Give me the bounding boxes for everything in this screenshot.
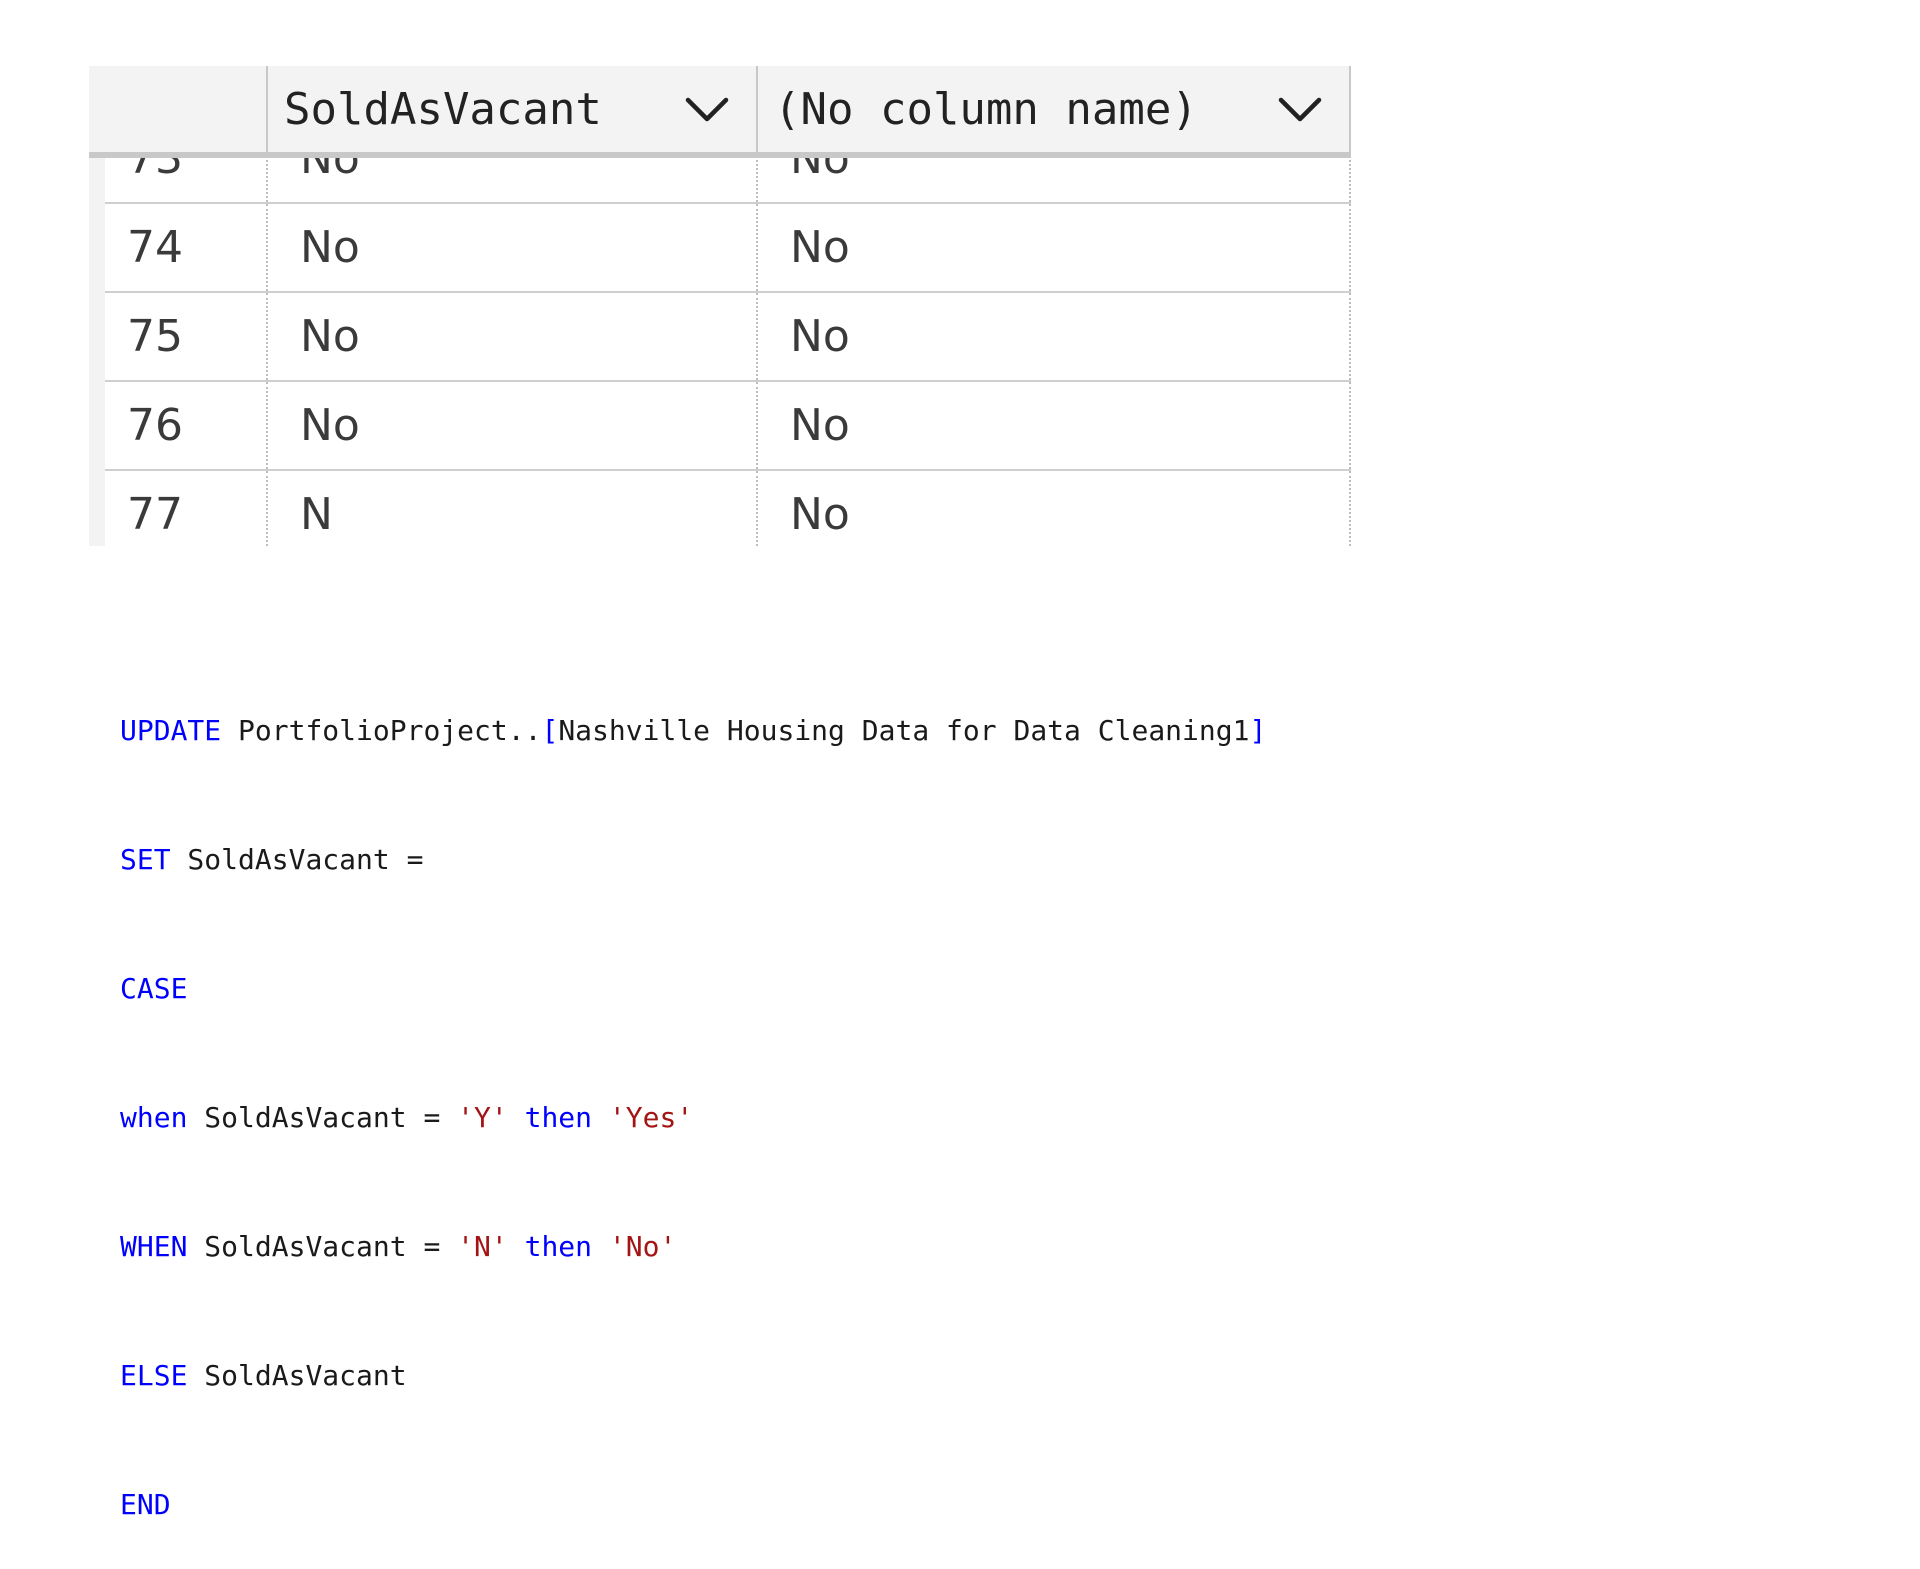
- code-line: CASE: [120, 967, 1266, 1010]
- sql-keyword: END: [120, 1488, 171, 1521]
- sql-keyword: CASE: [120, 972, 188, 1005]
- sql-keyword: UPDATE: [120, 714, 222, 747]
- sql-text: Nashville Housing Data for Data Cleaning…: [558, 714, 1250, 747]
- cell-soldasvacant[interactable]: N: [266, 471, 756, 546]
- sql-text: PortfolioProject..: [221, 714, 542, 747]
- sql-keyword: SET: [120, 843, 171, 876]
- cell-no-column-name[interactable]: No: [756, 471, 1351, 546]
- sql-keyword: when: [120, 1101, 188, 1134]
- chevron-down-icon[interactable]: [684, 94, 730, 124]
- table-row[interactable]: 76 No No: [105, 382, 1351, 471]
- table-row[interactable]: 73 No No: [105, 158, 1351, 204]
- code-line: END: [120, 1483, 1266, 1526]
- cell-no-column-name[interactable]: No: [756, 204, 1351, 291]
- row-number: 74: [127, 222, 183, 273]
- code-line: ELSE SoldAsVacant: [120, 1354, 1266, 1397]
- sql-text: SoldAsVacant =: [187, 1101, 458, 1134]
- cell-soldasvacant[interactable]: No: [266, 382, 756, 469]
- sql-text: SoldAsVacant =: [187, 1230, 458, 1263]
- cell-no-column-name[interactable]: No: [756, 158, 1351, 202]
- code-line: UPDATE PortfolioProject..[Nashville Hous…: [120, 709, 1266, 752]
- chevron-down-icon[interactable]: [1277, 94, 1323, 124]
- cell-no-column-name[interactable]: No: [756, 293, 1351, 380]
- sql-string: 'Y': [457, 1101, 508, 1134]
- sql-keyword: then: [524, 1230, 593, 1263]
- table-row[interactable]: 77 N No: [105, 471, 1351, 546]
- sql-code-block[interactable]: UPDATE PortfolioProject..[Nashville Hous…: [120, 623, 1266, 1569]
- sql-bracket: [: [541, 714, 559, 747]
- code-line: when SoldAsVacant = 'Y' then 'Yes': [120, 1096, 1266, 1139]
- code-line: WHEN SoldAsVacant = 'N' then 'No': [120, 1225, 1266, 1268]
- column-header-soldasvacant[interactable]: SoldAsVacant: [266, 66, 756, 152]
- table-row[interactable]: 75 No No: [105, 293, 1351, 382]
- column-header-label: (No column name): [774, 83, 1198, 135]
- table-row[interactable]: 74 No No: [105, 204, 1351, 293]
- code-line: SET SoldAsVacant =: [120, 838, 1266, 881]
- row-number-header: [89, 66, 266, 152]
- sql-string: 'Yes': [608, 1101, 694, 1134]
- cell-soldasvacant[interactable]: No: [266, 293, 756, 380]
- results-grid: SoldAsVacant (No column name) 73 No No 7…: [89, 66, 1351, 546]
- sql-string: 'N': [457, 1230, 508, 1263]
- row-number: 76: [127, 400, 183, 451]
- sql-string: 'No': [608, 1230, 677, 1263]
- sql-bracket: ]: [1249, 714, 1267, 747]
- cell-no-column-name[interactable]: No: [756, 382, 1351, 469]
- column-header-no-column-name[interactable]: (No column name): [756, 66, 1351, 152]
- column-header-label: SoldAsVacant: [284, 83, 602, 135]
- sql-keyword: then: [524, 1101, 593, 1134]
- sql-keyword: ELSE: [120, 1359, 188, 1392]
- sql-text: SoldAsVacant: [187, 1359, 407, 1392]
- cell-soldasvacant[interactable]: No: [266, 158, 756, 202]
- row-number: 75: [127, 311, 183, 362]
- row-number: 73: [127, 158, 183, 184]
- grid-body[interactable]: 73 No No 74 No No 75 No No 76 No No 77 N…: [105, 158, 1351, 546]
- row-number: 77: [127, 489, 183, 540]
- cell-soldasvacant[interactable]: No: [266, 204, 756, 291]
- grid-header: SoldAsVacant (No column name): [89, 66, 1351, 158]
- sql-text: SoldAsVacant =: [170, 843, 424, 876]
- sql-keyword: WHEN: [120, 1230, 188, 1263]
